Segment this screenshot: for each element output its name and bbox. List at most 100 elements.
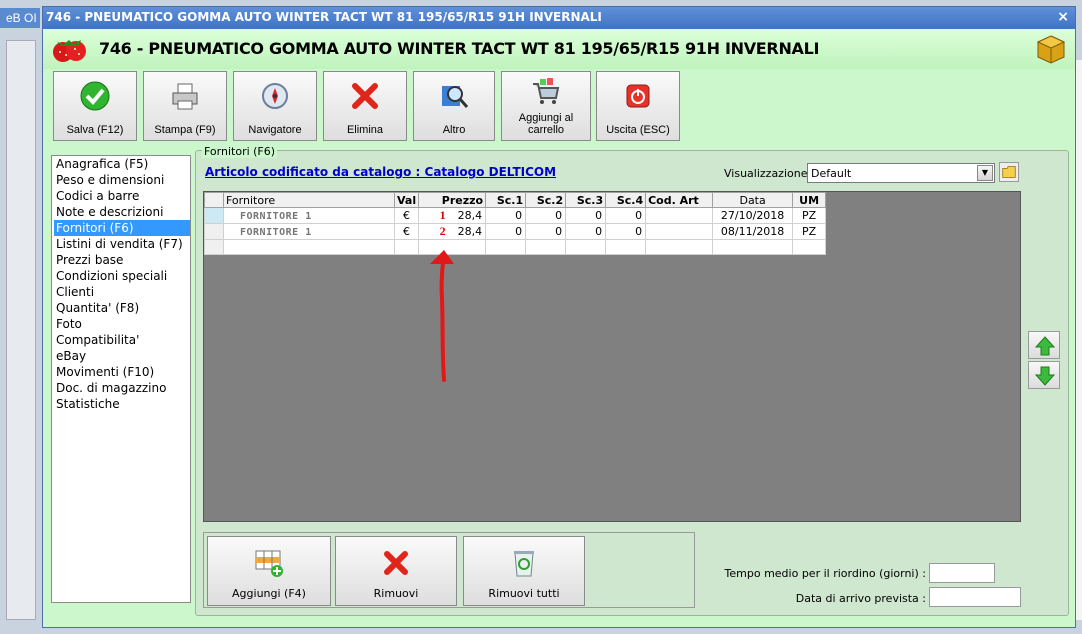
sidebar-item-quantita[interactable]: Quantita' (F8)	[54, 300, 190, 316]
view-select[interactable]: Default ▼	[807, 163, 995, 183]
sidebar-item-note[interactable]: Note e descrizioni	[54, 204, 190, 220]
page-title: 746 - PNEUMATICO GOMMA AUTO WINTER TACT …	[99, 39, 820, 58]
column-header-prezzo[interactable]: Prezzo	[418, 192, 487, 208]
red-x-icon	[384, 551, 408, 575]
folder-icon[interactable]	[999, 162, 1019, 182]
sidebar-item-peso[interactable]: Peso e dimensioni	[54, 172, 190, 188]
empty-cell[interactable]	[393, 239, 420, 255]
window-titlebar: 746 - PNEUMATICO GOMMA AUTO WINTER TACT …	[43, 7, 1075, 29]
remove-all-button[interactable]: Rimuovi tutti	[463, 536, 585, 606]
catalog-link[interactable]: Articolo codificato da catalogo : Catalo…	[205, 165, 556, 179]
empty-cell[interactable]	[565, 239, 607, 255]
exit-label: Uscita (ESC)	[606, 124, 670, 136]
navigator-label: Navigatore	[248, 124, 302, 136]
other-label: Altro	[442, 124, 466, 136]
sidebar-item-condizioni[interactable]: Condizioni speciali	[54, 268, 190, 284]
arrival-label: Data di arrivo prevista :	[795, 592, 926, 605]
column-header-sc2[interactable]: Sc.2	[525, 192, 567, 208]
move-down-button[interactable]	[1028, 361, 1060, 389]
sidebar-item-movimenti[interactable]: Movimenti (F10)	[54, 364, 190, 380]
suppliers-table: Fornitore Val Prezzo Sc.1 Sc.2 Sc.3 Sc.4…	[204, 192, 827, 255]
empty-cell[interactable]	[712, 239, 794, 255]
column-header-data[interactable]: Data	[712, 192, 794, 208]
add-button[interactable]: Aggiungi (F4)	[207, 536, 331, 606]
sidebar-item-prezzi[interactable]: Prezzi base	[54, 252, 190, 268]
suppliers-grid[interactable]: Fornitore Val Prezzo Sc.1 Sc.2 Sc.3 Sc.4…	[203, 191, 1021, 522]
currency-cell: €	[393, 223, 420, 240]
move-up-button[interactable]	[1028, 331, 1060, 359]
arrow-up-icon	[1034, 336, 1056, 356]
column-header-fornitore[interactable]: Fornitore	[223, 192, 395, 208]
arrival-date-input[interactable]	[929, 587, 1021, 607]
sidebar-item-clienti[interactable]: Clienti	[54, 284, 190, 300]
unit-cell: PZ	[792, 207, 827, 224]
red-arrow-annotation	[430, 250, 454, 382]
chevron-down-icon[interactable]: ▼	[977, 165, 993, 181]
add-label: Aggiungi (F4)	[232, 587, 306, 600]
article-code-cell	[645, 207, 714, 224]
delete-button[interactable]: Elimina	[323, 71, 407, 141]
reorder-label: Tempo medio per il riordino (giorni) :	[724, 567, 926, 580]
table-row[interactable]: FORNITORE 1 € 2 28,4 0 0 0 0 08/11/2018 P…	[204, 223, 827, 240]
sidebar-item-compatibilita[interactable]: Compatibilita'	[54, 332, 190, 348]
column-header-um[interactable]: UM	[792, 192, 827, 208]
column-header-sc4[interactable]: Sc.4	[605, 192, 647, 208]
empty-cell[interactable]	[605, 239, 647, 255]
remove-button[interactable]: Rimuovi	[335, 536, 457, 606]
navigator-button[interactable]: Navigatore	[233, 71, 317, 141]
sidebar-item-documenti[interactable]: Doc. di magazzino	[54, 380, 190, 396]
empty-cell[interactable]	[645, 239, 714, 255]
sidebar-item-anagrafica[interactable]: Anagrafica (F5)	[54, 156, 190, 172]
arrow-down-icon	[1034, 366, 1056, 386]
column-header-val[interactable]: Val	[393, 192, 420, 208]
compass-icon	[262, 83, 288, 109]
printer-icon	[172, 83, 198, 110]
view-label: Visualizzazione :	[724, 167, 815, 180]
empty-cell[interactable]	[525, 239, 567, 255]
empty-cell[interactable]	[223, 239, 395, 255]
red-x-icon	[352, 83, 378, 109]
empty-cell[interactable]	[792, 239, 827, 255]
add-to-cart-button[interactable]: Aggiungi al carrello	[501, 71, 591, 141]
row-selector[interactable]	[204, 223, 224, 240]
reorder-days-input[interactable]	[929, 563, 995, 583]
empty-cell[interactable]	[485, 239, 527, 255]
discount1-cell: 0	[485, 223, 527, 240]
exit-button[interactable]: Uscita (ESC)	[596, 71, 680, 141]
discount4-cell: 0	[605, 223, 647, 240]
column-header-sc1[interactable]: Sc.1	[485, 192, 527, 208]
sidebar-item-ebay[interactable]: eBay	[54, 348, 190, 364]
sidebar-item-codici[interactable]: Codici a barre	[54, 188, 190, 204]
sidebar-item-foto[interactable]: Foto	[54, 316, 190, 332]
row-header-corner	[204, 192, 224, 208]
product-window: 746 - PNEUMATICO GOMMA AUTO WINTER TACT …	[42, 6, 1076, 628]
strawberry-logo-icon	[53, 40, 86, 62]
date-cell: 08/11/2018	[712, 223, 794, 240]
sidebar-item-listini[interactable]: Listini di vendita (F7)	[54, 236, 190, 252]
row-selector[interactable]	[204, 207, 224, 224]
grid-actions: Aggiungi (F4) Rimuovi Rimuovi tutti	[203, 532, 695, 608]
power-icon	[626, 84, 650, 108]
package-icon[interactable]	[1035, 33, 1067, 65]
row-selector[interactable]	[204, 239, 224, 255]
column-header-cod-art[interactable]: Cod. Art	[645, 192, 714, 208]
print-button[interactable]: Stampa (F9)	[143, 71, 227, 141]
view-select-value: Default	[811, 167, 852, 180]
sidebar-item-fornitori[interactable]: Fornitori (F6)	[54, 220, 190, 236]
close-icon[interactable]: ×	[1057, 9, 1069, 25]
print-label: Stampa (F9)	[154, 124, 216, 136]
check-icon	[80, 81, 110, 111]
table-row[interactable]: FORNITORE 1 € 1 28,4 0 0 0 0 27/10/2018 P…	[204, 207, 827, 224]
table-row-new[interactable]	[204, 239, 827, 255]
suppliers-panel: Fornitori (F6) Articolo codificato da ca…	[195, 145, 1069, 616]
sidebar-item-statistiche[interactable]: Statistiche	[54, 396, 190, 412]
delete-label: Elimina	[346, 124, 384, 136]
date-cell: 27/10/2018	[712, 207, 794, 224]
other-button[interactable]: Altro	[413, 71, 495, 141]
remove-all-label: Rimuovi tutti	[488, 587, 560, 600]
header: 746 - PNEUMATICO GOMMA AUTO WINTER TACT …	[43, 29, 1075, 69]
currency-cell: €	[393, 207, 420, 224]
article-code-cell	[645, 223, 714, 240]
column-header-sc3[interactable]: Sc.3	[565, 192, 607, 208]
save-button[interactable]: Salva (F12)	[53, 71, 137, 141]
